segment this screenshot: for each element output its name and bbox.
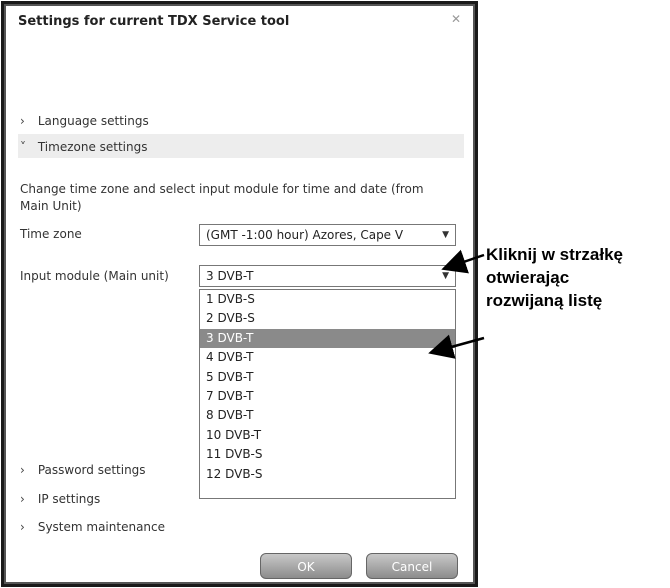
arrow-to-dropdown-icon <box>441 249 485 274</box>
annotation-line-1: Kliknij w strzałkę <box>486 245 623 264</box>
annotation-text: Kliknij w strzałkę otwierając rozwijaną … <box>486 243 623 312</box>
annotation-line-3: rozwijaną listę <box>486 291 603 310</box>
annotation-line-2: otwierając <box>486 268 570 287</box>
arrow-to-list-icon <box>428 334 485 359</box>
